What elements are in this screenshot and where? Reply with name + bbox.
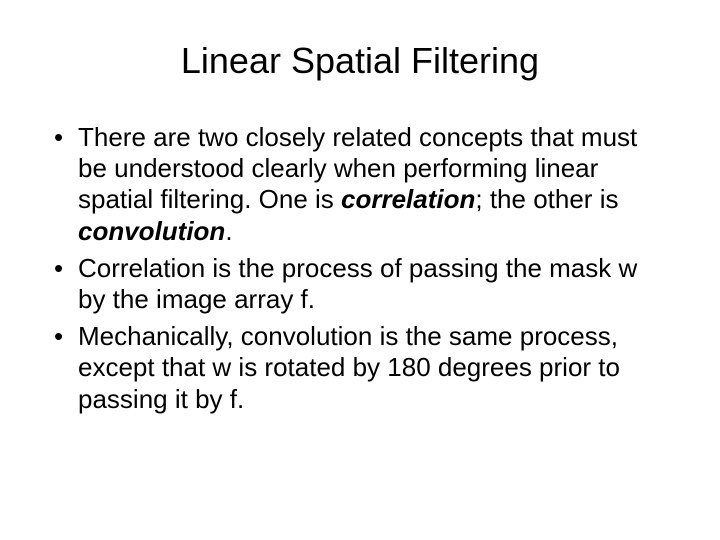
bullet-text: . <box>225 216 232 246</box>
bullet-item: Mechanically, convolution is the same pr… <box>50 321 670 415</box>
bullet-item: Correlation is the process of passing th… <box>50 253 670 315</box>
bullet-text: ; the other is <box>475 184 618 214</box>
emphasis-correlation: correlation <box>341 184 475 214</box>
bullet-list: There are two closely related concepts t… <box>50 122 670 415</box>
slide-title: Linear Spatial Filtering <box>50 40 670 82</box>
emphasis-convolution: convolution <box>78 216 225 246</box>
bullet-item: There are two closely related concepts t… <box>50 122 670 247</box>
slide: Linear Spatial Filtering There are two c… <box>0 0 720 451</box>
